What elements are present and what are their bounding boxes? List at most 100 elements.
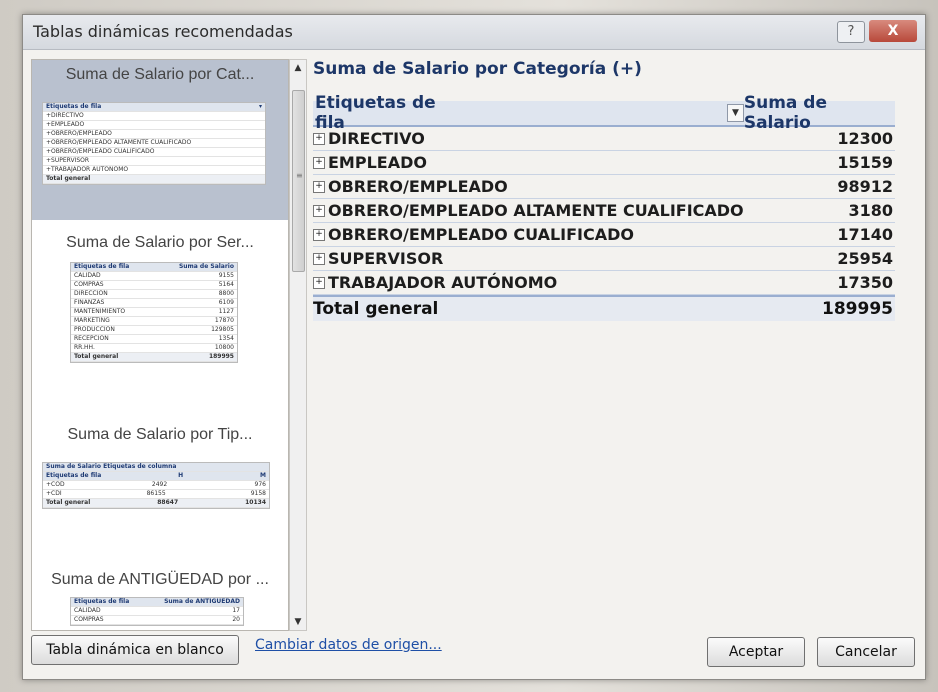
mini-pivot-table: Etiquetas de fila Suma de ANTIGÜEDAD CALI…: [70, 597, 244, 626]
recommendation-scrollbar[interactable]: ▲ ≡ ▼: [289, 59, 307, 631]
mini-cell: Suma de Salario Etiquetas de columna: [46, 463, 177, 470]
mini-row: +OBRERO/EMPLEADO ALTAMENTE CUALIFICADO: [43, 139, 265, 148]
mini-cell: RECEPCIÓN: [74, 335, 109, 342]
mini-cell: +OBRERO/EMPLEADO ALTAMENTE CUALIFICADO: [46, 139, 192, 146]
mini-cell: Total general: [74, 353, 119, 360]
pivot-row: + TRABAJADOR AUTÓNOMO 17350: [313, 271, 895, 295]
mini-cell: 129805: [211, 326, 234, 333]
recommendation-title: Suma de Salario por Cat...: [65, 66, 255, 83]
mini-cell: +EMPLEADO: [46, 121, 85, 128]
mini-row: DIRECCIÓN 8800: [71, 290, 237, 299]
row-label: EMPLEADO: [328, 153, 427, 172]
recommendation-item-categoria[interactable]: Suma de Salario por Cat... Etiquetas de …: [32, 60, 288, 220]
mini-row: COMPRAS 5164: [71, 281, 237, 290]
mini-cell: 2492: [151, 481, 168, 488]
mini-row: MANTENIMIENTO 1127: [71, 308, 237, 317]
expand-icon[interactable]: +: [313, 276, 325, 289]
row-value: 98912: [837, 177, 893, 196]
expand-icon[interactable]: +: [313, 204, 325, 217]
pivot-row: + OBRERO/EMPLEADO 98912: [313, 175, 895, 199]
mini-cell: MANTENIMIENTO: [74, 308, 126, 315]
pivot-total-row: Total general 189995: [313, 295, 895, 321]
mini-row: MARKETING 17870: [71, 317, 237, 326]
mini-cell: +DIRECTIVO: [46, 112, 84, 119]
mini-row: +OBRERO/EMPLEADO: [43, 130, 265, 139]
mini-row: CALIDAD 9155: [71, 272, 237, 281]
mini-row: RR.HH. 10800: [71, 344, 237, 353]
mini-header-row: Etiquetas de fila ▾: [43, 103, 265, 112]
recommendation-item-servicio[interactable]: Suma de Salario por Ser... Etiquetas de …: [32, 228, 288, 413]
expand-icon[interactable]: +: [313, 156, 325, 169]
mini-cell: COMPRAS: [74, 616, 104, 623]
mini-cell: M: [260, 472, 266, 479]
row-label: DIRECTIVO: [328, 129, 425, 148]
mini-cell: +CDI: [46, 490, 62, 497]
preview-pivot-table: Etiquetas de fila ▼ Suma de Salario + DIRE…: [313, 93, 895, 321]
expand-icon[interactable]: +: [313, 228, 325, 241]
cancel-button[interactable]: Cancelar: [817, 637, 915, 667]
mini-cell: +SUPERVISOR: [46, 157, 90, 164]
mini-cell: 1354: [218, 335, 234, 342]
row-labels-header: Etiquetas de fila: [315, 93, 436, 133]
mini-row: +DIRECTIVO: [43, 112, 265, 121]
mini-cell: Suma de Salario: [178, 263, 234, 270]
mini-cell: 17: [232, 607, 240, 614]
mini-cell: RR.HH.: [74, 344, 95, 351]
mini-cell: 86155: [146, 490, 166, 497]
mini-row: +TRABAJADOR AUTÓNOMO: [43, 166, 265, 175]
accept-button[interactable]: Aceptar: [707, 637, 805, 667]
row-label: OBRERO/EMPLEADO ALTAMENTE CUALIFICADO: [328, 201, 744, 220]
row-label: TRABAJADOR AUTÓNOMO: [328, 273, 558, 292]
expand-icon[interactable]: +: [313, 180, 325, 193]
mini-cell: 8800: [218, 290, 234, 297]
row-label: OBRERO/EMPLEADO CUALIFICADO: [328, 225, 635, 244]
pivot-row: + EMPLEADO 15159: [313, 151, 895, 175]
mini-cell: Total general: [46, 499, 91, 506]
total-label: Total general: [313, 299, 439, 319]
recommendation-item-tipo[interactable]: Suma de Salario por Tip... Suma de Salar…: [32, 420, 288, 560]
mini-cell: CALIDAD: [74, 607, 101, 614]
row-label: SUPERVISOR: [328, 249, 444, 268]
mini-cell: H: [178, 472, 184, 479]
title-bar: Tablas dinámicas recomendadas ? X: [23, 15, 925, 50]
pivot-row: + SUPERVISOR 25954: [313, 247, 895, 271]
pivot-row: + OBRERO/EMPLEADO CUALIFICADO 17140: [313, 223, 895, 247]
mini-total-row: Total general: [43, 175, 265, 184]
mini-total-row: Total general 88647 10134: [43, 499, 269, 508]
row-value: 17140: [837, 225, 893, 244]
row-value: 15159: [837, 153, 893, 172]
scrollbar-thumb[interactable]: ≡: [292, 90, 305, 272]
mini-row: +OBRERO/EMPLEADO CUALIFICADO: [43, 148, 265, 157]
expand-icon[interactable]: +: [313, 252, 325, 265]
recommendation-item-antiguedad[interactable]: Suma de ANTIGÜEDAD por ... Etiquetas de …: [32, 565, 288, 630]
mini-cell: +TRABAJADOR AUTÓNOMO: [46, 166, 129, 173]
grip-icon: ≡: [296, 171, 303, 180]
row-value: 17350: [837, 273, 893, 292]
blank-pivot-button[interactable]: Tabla dinámica en blanco: [31, 635, 239, 665]
mini-cell: +OBRERO/EMPLEADO CUALIFICADO: [46, 148, 155, 155]
expand-icon[interactable]: +: [313, 132, 325, 145]
mini-row: +CDI 86155 9158: [43, 490, 269, 499]
change-source-link[interactable]: Cambiar datos de origen...: [255, 637, 442, 653]
close-button[interactable]: X: [869, 20, 917, 42]
mini-cell: Etiquetas de fila: [74, 598, 130, 605]
help-button[interactable]: ?: [837, 21, 865, 43]
mini-cell: 88647: [157, 499, 179, 506]
mini-cell: 10134: [245, 499, 266, 506]
mini-subheader-row: Etiquetas de fila H M: [43, 472, 269, 481]
pivot-header-row: Etiquetas de fila ▼ Suma de Salario: [313, 93, 895, 133]
mini-row: CALIDAD 17: [71, 607, 243, 616]
mini-row: RECEPCIÓN 1354: [71, 335, 237, 344]
mini-cell: 20: [232, 616, 240, 623]
filter-dropdown-icon[interactable]: ▼: [727, 104, 744, 122]
mini-cell: 1127: [218, 308, 234, 315]
mini-row: PRODUCCIÓN 129805: [71, 326, 237, 335]
mini-header-row: Etiquetas de fila Suma de Salario: [71, 263, 237, 272]
mini-cell: 17870: [214, 317, 234, 324]
mini-row: FINANZAS 6109: [71, 299, 237, 308]
mini-cell: Etiquetas de fila: [74, 263, 130, 270]
mini-cell: FINANZAS: [74, 299, 105, 306]
scroll-up-icon[interactable]: ▲: [290, 60, 306, 76]
recommendation-list[interactable]: Suma de Salario por Cat... Etiquetas de …: [31, 59, 289, 631]
scroll-down-icon[interactable]: ▼: [290, 614, 306, 630]
